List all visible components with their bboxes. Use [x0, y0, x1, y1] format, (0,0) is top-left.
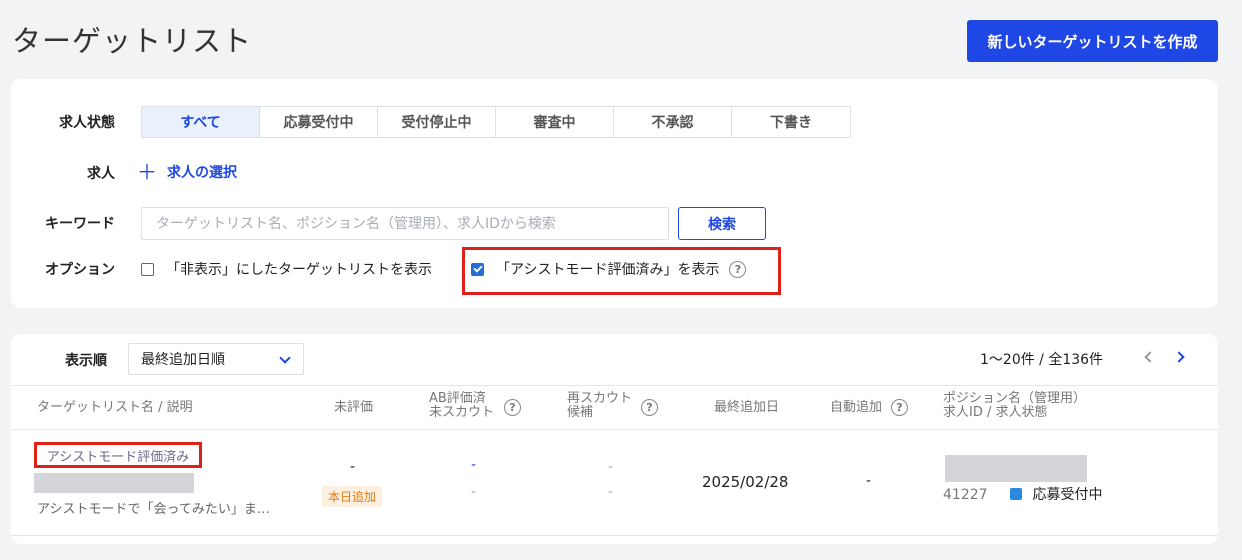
status-tab-all[interactable]: すべて [142, 107, 260, 137]
status-tab-reviewing[interactable]: 審査中 [496, 107, 614, 137]
redacted-position-name [945, 455, 1087, 482]
show-hidden-checkbox[interactable] [141, 262, 154, 276]
col-auto-add: 自動追加 [830, 400, 883, 415]
chevron-down-icon [279, 352, 291, 364]
highlight-box [462, 247, 781, 295]
chevron-right-icon[interactable] [1173, 351, 1185, 363]
col-position: ポジション名（管理用） 求人ID / 求人状態 [943, 392, 1086, 420]
col-ab-line2: 未スカウト [429, 405, 495, 420]
sort-label: 表示順 [65, 353, 107, 369]
status-tabs: すべて 応募受付中 受付停止中 審査中 不承認 下書き [141, 106, 851, 138]
status-tab-paused[interactable]: 受付停止中 [378, 107, 496, 137]
rescout-bottom: - [608, 484, 614, 500]
job-label: 求人 [87, 166, 115, 182]
col-ab-line1: AB評価済 [429, 391, 486, 406]
col-rescout-line2: 候補 [567, 405, 594, 420]
page-title: ターゲットリスト [12, 24, 253, 58]
col-position-line1: ポジション名（管理用） [943, 391, 1087, 406]
pagination-info: 1〜20件 / 全136件 [980, 352, 1104, 368]
unrated-value: - [350, 459, 356, 475]
select-job-button[interactable]: ＋ 求人の選択 [137, 162, 237, 182]
col-unrated: 未評価 [334, 400, 374, 415]
status-dot-icon [1010, 488, 1022, 500]
help-icon[interactable]: ? [641, 399, 658, 416]
row-description: アシストモードで「会ってみたい」ま… [37, 502, 270, 517]
assist-mode-tag: アシストモード評価済み [34, 442, 202, 468]
show-hidden-label: 「非表示」にしたターゲットリストを表示 [166, 262, 432, 278]
col-last-added: 最終追加日 [714, 400, 780, 415]
search-button[interactable]: 検索 [678, 207, 766, 240]
table-header: ターゲットリスト名 / 説明 未評価 AB評価済 未スカウト ? 再スカウト 候… [11, 385, 1218, 430]
auto-add-value: - [866, 473, 872, 489]
col-name: ターゲットリスト名 / 説明 [37, 400, 193, 415]
select-job-label: 求人の選択 [167, 165, 237, 181]
row-divider [11, 535, 1218, 536]
sort-select[interactable]: 最終追加日順 [128, 343, 304, 375]
ab-unscouted-top[interactable]: - [471, 457, 476, 473]
today-added-badge: 本日追加 [322, 486, 383, 507]
status-tab-draft[interactable]: 下書き [732, 107, 850, 137]
job-status: 応募受付中 [1032, 487, 1103, 503]
status-label: 求人状態 [59, 115, 115, 131]
rescout-top: - [608, 459, 614, 475]
help-icon[interactable]: ? [891, 399, 908, 416]
last-added-date: 2025/02/28 [702, 473, 789, 491]
redacted-name [34, 473, 194, 493]
sort-value: 最終追加日順 [141, 352, 225, 368]
option-show-hidden[interactable]: 「非表示」にしたターゲットリストを表示 [141, 259, 432, 279]
col-ab: AB評価済 未スカウト [429, 392, 494, 420]
col-position-line2: 求人ID / 求人状態 [943, 405, 1048, 420]
job-id[interactable]: 41227 [943, 487, 988, 503]
plus-icon: ＋ [137, 160, 157, 184]
status-tab-accepting[interactable]: 応募受付中 [260, 107, 378, 137]
col-rescout: 再スカウト 候補 [567, 392, 632, 420]
create-target-list-button[interactable]: 新しいターゲットリストを作成 [967, 20, 1218, 62]
job-id-status: 41227 応募受付中 [943, 484, 1102, 504]
options-label: オプション [45, 262, 115, 278]
chevron-left-icon[interactable] [1144, 351, 1156, 363]
help-icon[interactable]: ? [504, 399, 521, 416]
keyword-label: キーワード [45, 216, 115, 232]
status-tab-rejected[interactable]: 不承認 [614, 107, 732, 137]
keyword-search-input[interactable] [141, 207, 669, 240]
col-rescout-line1: 再スカウト [567, 391, 633, 406]
ab-unscouted-bottom: - [471, 484, 477, 500]
filter-panel: 求人状態 すべて 応募受付中 受付停止中 審査中 不承認 下書き 求人 ＋ 求人… [11, 79, 1218, 308]
target-list-panel: 表示順 最終追加日順 1〜20件 / 全136件 ターゲットリスト名 / 説明 … [11, 334, 1218, 544]
